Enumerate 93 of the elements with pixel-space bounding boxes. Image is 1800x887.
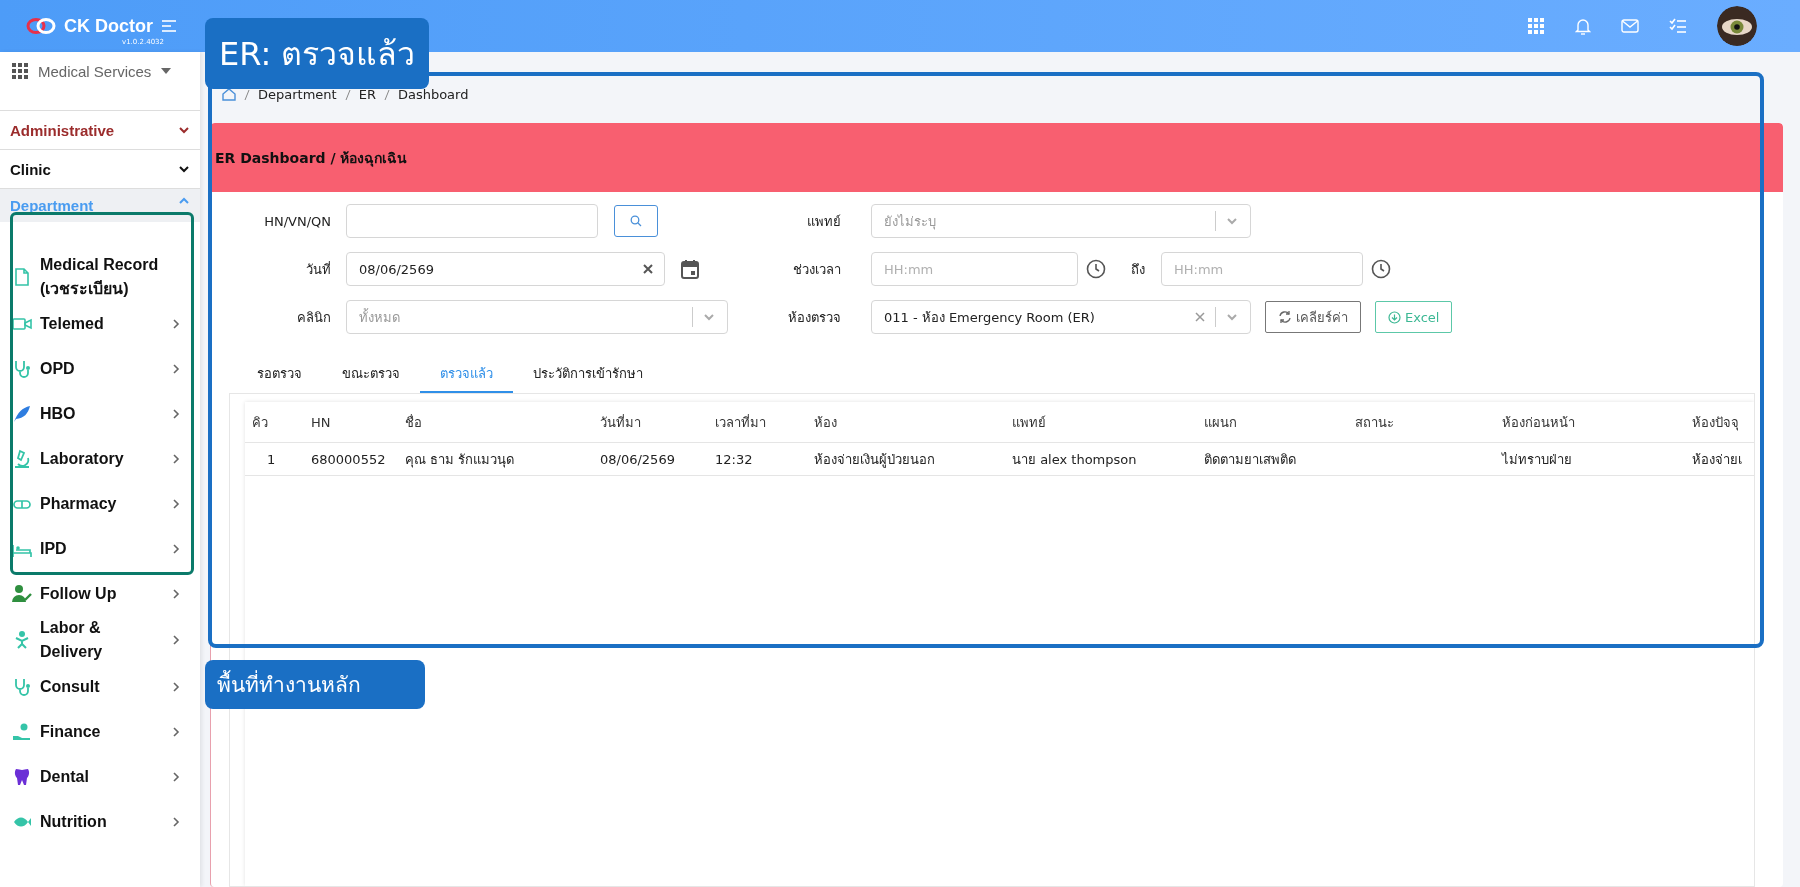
chain-link-icon	[26, 17, 56, 35]
field-label: ช่วงเวลา	[792, 260, 841, 279]
calendar-icon[interactable]	[681, 259, 699, 279]
table-cell: 08/06/2569	[593, 442, 708, 476]
field-label: ห้องตรวจ	[787, 308, 841, 327]
stethoscope-icon	[12, 676, 32, 697]
column-header: HN	[304, 402, 398, 443]
mail-icon[interactable]	[1621, 19, 1639, 33]
sidebar-item[interactable]: Laboratory	[0, 436, 200, 481]
clock-icon[interactable]	[1086, 259, 1106, 279]
table-cell: ห้องจ่ายเงินผู้ป่วยนอก	[807, 442, 1005, 476]
home-icon[interactable]	[222, 88, 236, 101]
tab[interactable]: ขณะตรวจ	[322, 356, 420, 393]
slash-icon	[344, 88, 351, 101]
refresh-icon	[1278, 310, 1292, 324]
chevron-down-icon	[1226, 313, 1238, 321]
tab[interactable]: ประวัติการเข้ารักษา	[513, 356, 663, 393]
app-name: CK Doctor	[64, 15, 153, 37]
hand-coin-icon	[12, 721, 32, 742]
section-label: Administrative	[10, 121, 115, 139]
download-icon	[1388, 310, 1401, 324]
sidebar-item[interactable]: Dental	[0, 754, 200, 799]
tab[interactable]: รอตรวจ	[237, 356, 322, 393]
slash-icon	[383, 88, 390, 101]
column-header: สถานะ	[1348, 402, 1495, 443]
sidebar-item[interactable]: Consult	[0, 664, 200, 709]
tooth-icon	[12, 766, 32, 787]
clear-icon[interactable]	[643, 264, 653, 274]
table-cell: ไม่ทราบฝ่าย	[1495, 442, 1685, 476]
breadcrumb-link[interactable]: Department	[258, 87, 337, 102]
table-cell: 680000552	[304, 442, 398, 476]
callout-label: ER: ตรวจแล้ว	[205, 18, 430, 89]
column-header: ห้องก่อนหน้า	[1495, 402, 1685, 443]
clear-button[interactable]: เคลียร์ค่า	[1265, 301, 1361, 333]
field-label: คลินิก	[296, 308, 331, 327]
avatar[interactable]	[1717, 6, 1757, 46]
menu-icon[interactable]	[161, 19, 177, 33]
column-header: ชื่อ	[398, 402, 593, 443]
column-header: คิว	[245, 402, 304, 443]
field-label: วันที่	[305, 260, 331, 279]
column-header: แพทย์	[1005, 402, 1197, 443]
clock-icon[interactable]	[1371, 259, 1391, 279]
bell-icon[interactable]	[1575, 17, 1591, 35]
field-label: แพทย์	[806, 212, 841, 231]
field-label: ถึง	[1131, 260, 1145, 279]
search-button[interactable]	[614, 205, 658, 237]
sidebar-item[interactable]: IPD	[0, 526, 200, 571]
sidebar-item[interactable]: Medical Record (เวชระเบียน)	[0, 253, 200, 301]
field-label: HN/VN/QN	[263, 213, 331, 229]
time-field[interactable]: HH:mm	[871, 252, 1078, 286]
input-field[interactable]	[346, 204, 598, 238]
column-header: วันที่มา	[593, 402, 708, 443]
table-cell: นาย alex thompson	[1005, 442, 1197, 476]
module-picker[interactable]: Medical Services	[0, 54, 200, 88]
sidebar-item[interactable]: Follow Up	[0, 571, 200, 616]
table-cell: 12:32	[708, 442, 807, 476]
stethoscope-icon	[12, 358, 32, 379]
slash-icon	[244, 88, 250, 101]
date-field[interactable]: 08/06/2569	[346, 252, 665, 286]
checklist-icon[interactable]	[1669, 18, 1687, 34]
document-icon	[12, 267, 32, 287]
sidebar-item[interactable]: Pharmacy	[0, 481, 200, 526]
breadcrumb-link[interactable]: ER	[358, 87, 376, 102]
card-title: ER Dashboard / ห้องฉุกเฉิน	[215, 148, 408, 169]
section-label: Department	[10, 197, 94, 214]
sidebar-section[interactable]: Administrative	[0, 110, 200, 149]
sidebar-item[interactable]: HBO	[0, 391, 200, 436]
apps-grid-icon[interactable]	[1527, 17, 1545, 35]
column-header: ห้อง	[807, 402, 1005, 443]
search-icon	[630, 215, 642, 227]
column-header: เวลาที่มา	[708, 402, 807, 443]
column-header: ห้องปัจจุ	[1685, 402, 1754, 443]
caret-down-icon	[161, 68, 172, 74]
time-field[interactable]: HH:mm	[1161, 252, 1363, 286]
select-field[interactable]: 011 - ห้อง Emergency Room (ER)	[871, 300, 1251, 334]
callout-label: พื้นที่ทำงานหลัก	[205, 660, 425, 709]
sidebar-item[interactable]: Labor & Delivery	[0, 616, 200, 664]
table-cell: 1	[245, 442, 304, 476]
column-header: แผนก	[1197, 402, 1348, 443]
sidebar-item[interactable]: OPD	[0, 346, 200, 391]
person-icon	[12, 583, 32, 604]
microscope-icon	[12, 448, 32, 469]
sidebar-item[interactable]: Nutrition	[0, 799, 200, 844]
table-cell: ห้องจ่ายเ	[1685, 442, 1754, 476]
chevron-down-icon	[703, 313, 715, 321]
tab[interactable]: ตรวจแล้ว	[420, 356, 513, 393]
section-label: Clinic	[10, 160, 51, 178]
table-cell: ติดตามยาเสพติด	[1197, 442, 1348, 476]
sidebar-item[interactable]: Finance	[0, 709, 200, 754]
apps-grid-icon	[12, 63, 28, 79]
chevron-down-icon	[1226, 217, 1238, 225]
sidebar-item[interactable]: Telemed	[0, 301, 200, 346]
table-cell: คุณ ธาม รักแมวนุด	[398, 442, 593, 476]
